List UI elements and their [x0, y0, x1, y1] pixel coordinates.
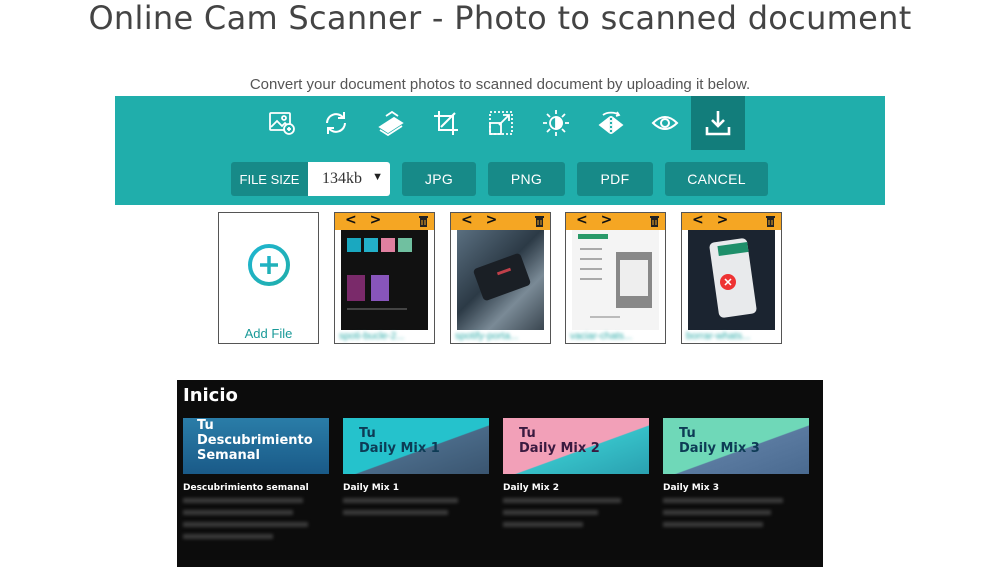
thumb-filename: borrar-whats...	[686, 331, 751, 342]
flip-tool-button[interactable]	[584, 96, 638, 150]
thumb-filename: vaciar-chats...	[570, 331, 633, 342]
blurred-description	[183, 498, 323, 546]
file-size-select[interactable]: 134kb ▼	[308, 162, 390, 196]
thumb-toolbar: < >	[335, 212, 434, 230]
card-line: Descubrimiento	[197, 433, 313, 448]
file-size-label: FILE SIZE	[231, 162, 308, 196]
thumb-toolbar: < >	[566, 212, 665, 230]
reorder-arrows-icon[interactable]: < >	[461, 212, 501, 228]
preview-tool-button[interactable]	[638, 96, 692, 150]
reorder-arrows-icon[interactable]: < >	[692, 212, 732, 228]
png-button[interactable]: PNG	[488, 162, 565, 196]
download-tool-button[interactable]	[691, 96, 745, 150]
rotate-tool-button[interactable]	[309, 96, 363, 150]
editor-toolbar: FILE SIZE 134kb ▼ JPG PNG PDF CANCEL	[115, 96, 885, 205]
thumb-filename: spotify-porta...	[455, 331, 519, 342]
file-size-value: 134kb	[322, 170, 362, 187]
file-thumb: < > spoti-bucle-2...	[334, 212, 435, 344]
preview-heading: Inicio	[183, 385, 238, 406]
card-line: Daily Mix 3	[679, 441, 760, 456]
thumb-filename: spoti-bucle-2...	[339, 331, 405, 342]
playlist-card: Tu Daily Mix 1	[343, 418, 489, 474]
blurred-description	[343, 498, 483, 522]
thumb-toolbar: < >	[682, 212, 781, 230]
image-icon	[269, 112, 295, 135]
scanner-tool-button[interactable]	[364, 96, 418, 150]
image-tool-button[interactable]	[255, 96, 309, 150]
card-line: Daily Mix 1	[359, 441, 440, 456]
trash-icon[interactable]	[534, 215, 545, 227]
card-line: Tu	[359, 426, 376, 441]
pdf-button[interactable]: PDF	[577, 162, 653, 196]
reorder-arrows-icon[interactable]: < >	[345, 212, 385, 228]
file-thumb: < > vaciar-chats...	[565, 212, 666, 344]
resize-tool-button[interactable]	[474, 96, 528, 150]
card-caption: Daily Mix 3	[663, 483, 719, 493]
caret-down-icon: ▼	[372, 171, 383, 183]
add-circle-icon	[248, 244, 290, 286]
card-line: Daily Mix 2	[519, 441, 600, 456]
reorder-arrows-icon[interactable]: < >	[576, 212, 616, 228]
thumb-image	[341, 230, 428, 330]
blurred-description	[503, 498, 643, 534]
resize-icon	[489, 111, 513, 135]
playlist-card: Tu Daily Mix 2	[503, 418, 649, 474]
brightness-icon	[543, 110, 569, 136]
card-line: Tu	[519, 426, 536, 441]
card-caption: Daily Mix 2	[503, 483, 559, 493]
playlist-card: Tu Descubrimiento Semanal	[183, 418, 329, 474]
page-subtitle: Convert your document photos to scanned …	[249, 76, 751, 93]
trash-icon[interactable]	[418, 215, 429, 227]
trash-icon[interactable]	[765, 215, 776, 227]
flip-icon	[598, 111, 624, 134]
scanner-icon	[378, 110, 404, 137]
card-caption: Daily Mix 1	[343, 483, 399, 493]
card-caption: Descubrimiento semanal	[183, 483, 309, 493]
add-file-button[interactable]: Add File	[218, 212, 319, 344]
crop-tool-button[interactable]	[419, 96, 473, 150]
card-line: Semanal	[197, 448, 260, 463]
crop-icon	[434, 111, 458, 135]
page-title: Online Cam Scanner - Photo to scanned do…	[88, 0, 912, 37]
thumb-image	[572, 230, 659, 330]
thumb-image	[457, 230, 544, 330]
download-icon	[705, 111, 731, 136]
upload-list: Add File < > spoti-bucle-2... < > spotif…	[0, 212, 1000, 344]
thumb-image: ✕	[688, 230, 775, 330]
card-line: Tu	[197, 418, 214, 433]
file-size-group: FILE SIZE 134kb ▼	[231, 162, 390, 196]
file-thumb: < > ✕ borrar-whats...	[681, 212, 782, 344]
playlist-card: Tu Daily Mix 3	[663, 418, 809, 474]
trash-icon[interactable]	[649, 215, 660, 227]
output-controls: FILE SIZE 134kb ▼ JPG PNG PDF CANCEL	[115, 162, 885, 196]
tool-row	[115, 96, 885, 150]
cancel-button[interactable]: CANCEL	[665, 162, 768, 196]
brightness-tool-button[interactable]	[529, 96, 583, 150]
jpg-button[interactable]: JPG	[402, 162, 476, 196]
card-line: Tu	[679, 426, 696, 441]
add-file-label: Add File	[244, 326, 293, 341]
rotate-icon	[326, 112, 346, 134]
file-thumb: < > spotify-porta...	[450, 212, 551, 344]
blurred-description	[663, 498, 803, 534]
eye-icon	[651, 116, 679, 130]
thumb-toolbar: < >	[451, 212, 550, 230]
uploaded-preview-image: Inicio Tu Descubrimiento Semanal Tu Dail…	[177, 380, 823, 567]
